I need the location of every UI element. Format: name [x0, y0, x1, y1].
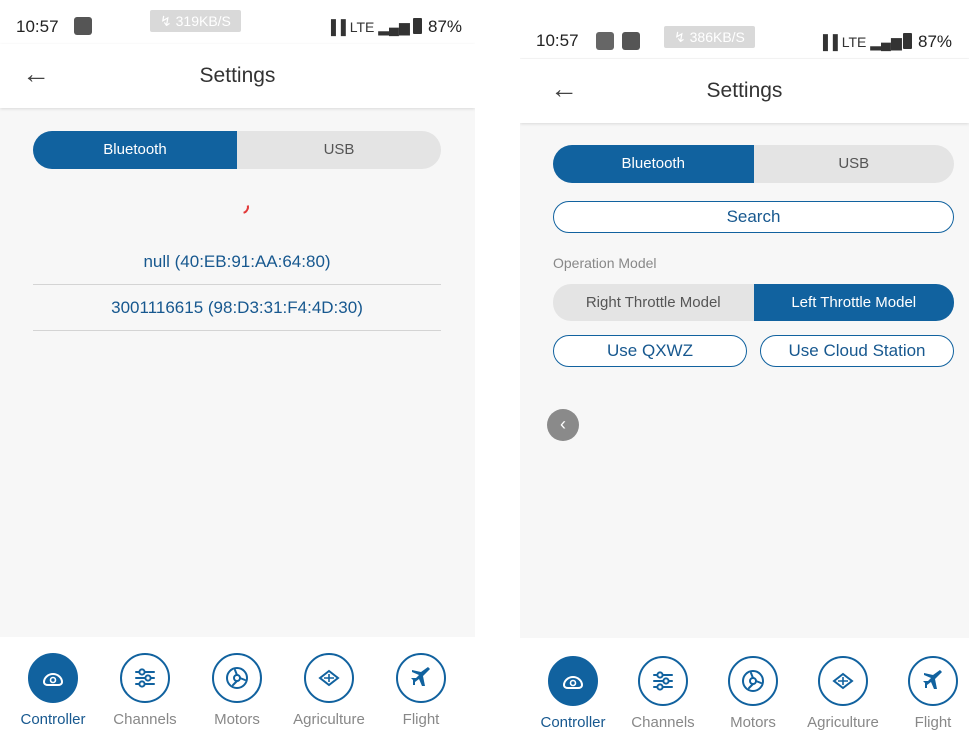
connection-type-toggle: Bluetooth USB: [33, 131, 441, 169]
use-qxwz-button[interactable]: Use QXWZ: [553, 335, 747, 367]
net-speed-badge: ↯ 319KB/S: [150, 10, 241, 32]
tab-label: Flight: [914, 714, 952, 731]
drone-icon: [818, 656, 868, 706]
status-bar: 10:57 ↯ 386KB/S ▐▐ LTE ▂▄▆ 87%: [520, 14, 969, 58]
tab-label: Channels: [631, 714, 695, 731]
battery-icon: [413, 18, 422, 34]
tab-flight[interactable]: Flight: [376, 653, 466, 728]
sliders-icon: [638, 656, 688, 706]
phone-screen-bluetooth-settings: 10:57 ↯ 386KB/S ▐▐ LTE ▂▄▆ 87% ← Setting…: [520, 14, 969, 749]
tab-label: Motors: [214, 711, 260, 728]
right-throttle-option[interactable]: Right Throttle Model: [553, 284, 754, 321]
tab-label: Agriculture: [807, 714, 879, 731]
operation-model-label: Operation Model: [553, 255, 657, 271]
search-button[interactable]: Search: [553, 201, 954, 233]
tab-controller[interactable]: Controller: [528, 656, 618, 731]
battery-indicator: 87%: [413, 17, 462, 37]
tab-label: Flight: [402, 711, 440, 728]
app-header: ← Settings: [520, 59, 969, 123]
motor-icon: [212, 653, 262, 703]
page-indicator: [520, 742, 969, 749]
tab-label: Agriculture: [293, 711, 365, 728]
tab-label: Channels: [113, 711, 177, 728]
sliders-icon: [120, 653, 170, 703]
device-list-item[interactable]: null (40:EB:91:AA:64:80): [33, 239, 441, 285]
tab-controller[interactable]: Controller: [8, 653, 98, 728]
phone-screen-bluetooth-scan: 10:57 ↯ 319KB/S ▐▐ LTE ▂▄▆ 87% ← Setting…: [0, 0, 475, 749]
tab-channels[interactable]: Channels: [100, 653, 190, 728]
throttle-model-toggle: Right Throttle Model Left Throttle Model: [553, 284, 954, 321]
signal-icon: ▐▐ LTE ▂▄▆: [326, 19, 410, 35]
use-cloud-station-button[interactable]: Use Cloud Station: [760, 335, 954, 367]
drone-icon: [304, 653, 354, 703]
tab-flight[interactable]: Flight: [888, 656, 969, 731]
tab-label: Controller: [540, 714, 606, 731]
tab-label: Controller: [20, 711, 86, 728]
collapse-arrow-icon[interactable]: ‹: [547, 409, 579, 441]
signal-icon: ▐▐ LTE ▂▄▆: [818, 34, 902, 50]
device-list-item[interactable]: 3001116615 (98:D3:31:F4:4D:30): [33, 285, 441, 331]
notification-icon: [74, 17, 92, 35]
plane-icon: [396, 653, 446, 703]
tab-bluetooth[interactable]: Bluetooth: [33, 131, 237, 169]
left-throttle-option[interactable]: Left Throttle Model: [753, 284, 954, 321]
tab-agriculture[interactable]: Agriculture: [798, 656, 888, 731]
battery-icon: [903, 33, 912, 49]
controller-icon: [548, 656, 598, 706]
tab-agriculture[interactable]: Agriculture: [284, 653, 374, 728]
tab-channels[interactable]: Channels: [618, 656, 708, 731]
page-title: Settings: [706, 79, 783, 102]
status-bar: 10:57 ↯ 319KB/S ▐▐ LTE ▂▄▆ 87%: [0, 0, 475, 44]
plane-icon: [908, 656, 958, 706]
tab-motors[interactable]: Motors: [192, 653, 282, 728]
tab-usb[interactable]: USB: [237, 131, 441, 169]
battery-level: 87%: [428, 17, 463, 36]
battery-level: 87%: [918, 32, 953, 51]
tab-label: Motors: [730, 714, 776, 731]
page-indicator: [0, 741, 475, 749]
status-time: 10:57: [16, 17, 59, 36]
tab-bluetooth[interactable]: Bluetooth: [553, 145, 754, 183]
status-time: 10:57: [536, 31, 579, 50]
bottom-tab-bar: Controller Channels Motors Agriculture F…: [0, 637, 475, 749]
loading-spinner-icon: [232, 197, 252, 217]
tab-usb[interactable]: USB: [754, 145, 955, 183]
page-title: Settings: [199, 64, 276, 87]
bottom-tab-bar: Controller Channels Motors Agriculture F…: [520, 638, 969, 749]
motor-icon: [728, 656, 778, 706]
connection-type-toggle: Bluetooth USB: [553, 145, 954, 183]
battery-indicator: 87%: [903, 32, 952, 52]
net-speed-badge: ↯ 386KB/S: [664, 26, 755, 48]
app-header: ← Settings: [0, 44, 475, 108]
tab-motors[interactable]: Motors: [708, 656, 798, 731]
image-notification-icon: [596, 32, 614, 50]
notification-icon: [622, 32, 640, 50]
controller-icon: [28, 653, 78, 703]
